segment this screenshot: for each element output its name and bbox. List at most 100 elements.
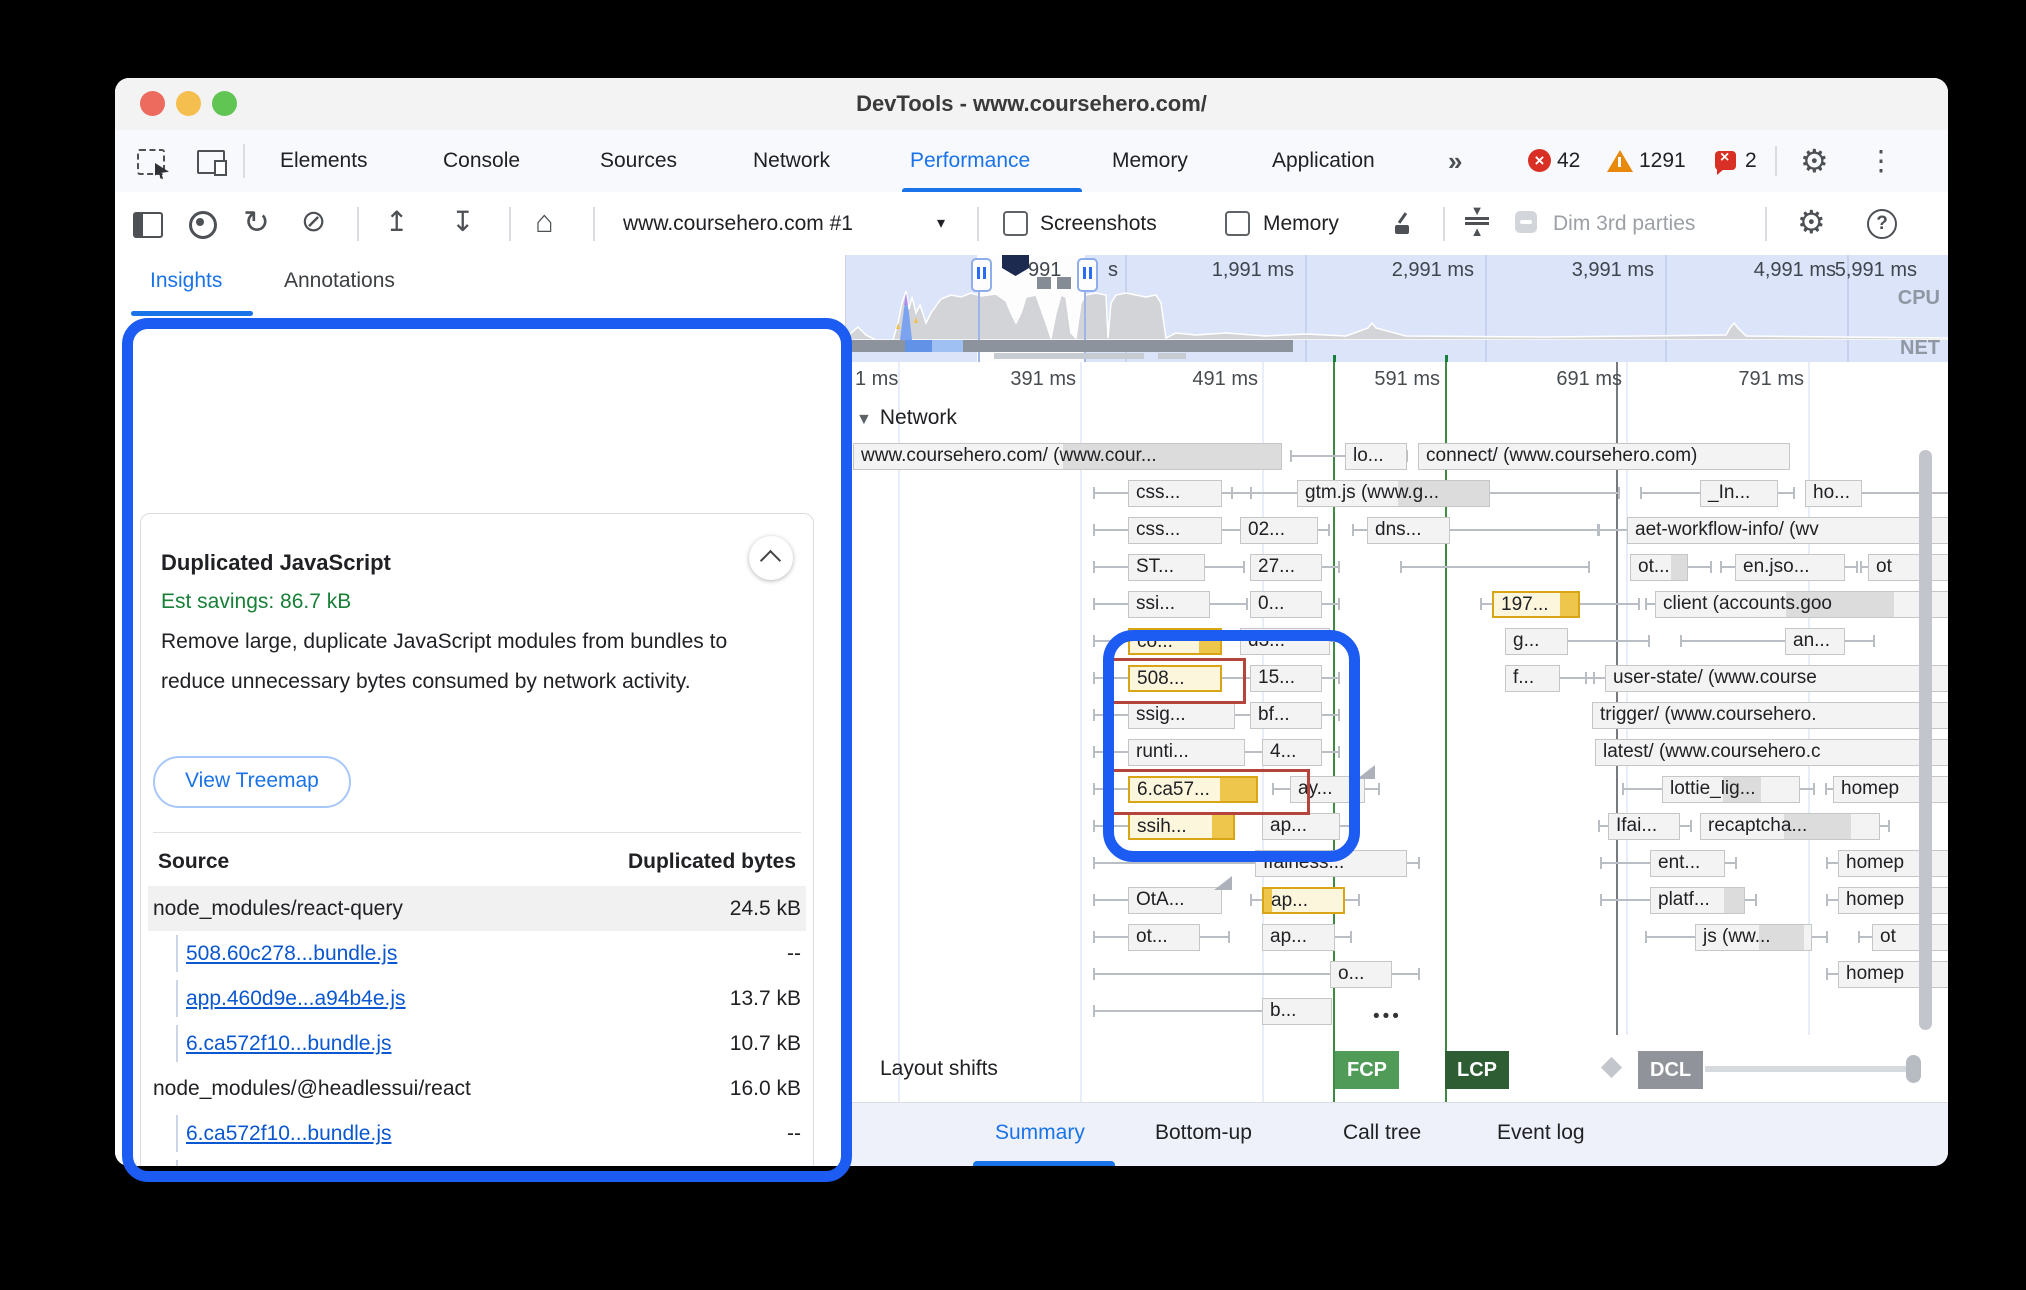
fcp-badge[interactable]: FCP [1335, 1051, 1399, 1089]
network-request-bar[interactable]: client (accounts.goo [1655, 591, 1948, 618]
bundle-link-row[interactable]: 508.60c278...bundle.js12.3 kB [148, 1156, 806, 1166]
network-request-bar[interactable]: f... [1505, 665, 1560, 692]
network-request-bar[interactable]: b... [1262, 998, 1332, 1025]
bundle-link[interactable]: 508.60c278...bundle.js [186, 1156, 397, 1166]
network-request-bar[interactable]: gtm.js (www.g... [1297, 480, 1490, 507]
network-request-bar[interactable]: ot... [1128, 924, 1200, 951]
screenshots-checkbox[interactable] [1003, 211, 1028, 236]
inspect-element-icon[interactable] [137, 149, 165, 175]
issues-icon[interactable] [1715, 151, 1736, 170]
issues-count[interactable]: 2 [1745, 130, 1757, 192]
chevron-down-icon[interactable]: ▾ [937, 192, 945, 255]
tab-insights[interactable]: Insights [150, 269, 222, 293]
network-request-bar[interactable]: css... [1128, 480, 1222, 507]
network-request-bar[interactable]: an... [1785, 628, 1845, 655]
table-row[interactable]: node_modules/@headlessui/react16.0 kB [148, 1066, 806, 1111]
module-source[interactable]: node_modules/@headlessui/react [153, 1066, 471, 1111]
table-row[interactable]: node_modules/react-query24.5 kB [148, 886, 806, 931]
tab-summary[interactable]: Summary [995, 1103, 1085, 1166]
reload-record-icon[interactable]: ↻ [243, 192, 270, 255]
bundle-link[interactable]: 6.ca572f10...bundle.js [186, 1021, 392, 1066]
view-treemap-button[interactable]: View Treemap [153, 756, 351, 808]
capture-settings-gear-icon[interactable]: ⚙ [1797, 192, 1826, 255]
network-flame-chart[interactable]: 1 ms391 ms491 ms591 ms691 ms791 ms ▼Netw… [846, 362, 1948, 1035]
network-request-bar[interactable]: lo... [1345, 443, 1407, 470]
network-request-bar[interactable]: css... [1128, 517, 1222, 544]
network-request-bar[interactable]: 27... [1250, 554, 1322, 581]
bundle-link[interactable]: 6.ca572f10...bundle.js [186, 1111, 392, 1156]
network-request-bar[interactable]: user-state/ (www.course [1605, 665, 1948, 692]
tab-event-log[interactable]: Event log [1497, 1103, 1585, 1166]
bundle-link-row[interactable]: 6.ca572f10...bundle.js10.7 kB [148, 1021, 806, 1066]
selection-right-handle[interactable] [1077, 258, 1098, 292]
tab-annotations[interactable]: Annotations [284, 269, 395, 293]
network-request-bar[interactable]: lottie_lig... [1662, 776, 1800, 803]
network-request-bar[interactable]: co... [1128, 628, 1222, 655]
overflow-ellipsis[interactable]: ••• [1373, 1006, 1402, 1028]
collapse-panel-icon[interactable]: ▼▲ [1465, 206, 1489, 236]
tab-elements[interactable]: Elements [280, 130, 368, 192]
kebab-menu-icon[interactable]: ⋮ [1867, 130, 1895, 193]
network-section-header[interactable]: ▼Network [856, 406, 957, 430]
layout-shifts-track[interactable]: Layout shifts FCP LCP DCL [846, 1035, 1948, 1103]
tab-memory[interactable]: Memory [1112, 130, 1188, 192]
vertical-scrollbar[interactable] [1919, 450, 1932, 1030]
error-count-icon[interactable]: × [1528, 149, 1551, 172]
network-request-bar[interactable]: ot... [1630, 554, 1688, 581]
tab-console[interactable]: Console [443, 130, 520, 192]
network-request-bar[interactable]: recaptcha... [1700, 813, 1880, 840]
network-request-bar[interactable]: aet-workflow-info/ (wv [1627, 517, 1948, 544]
network-request-bar[interactable]: 197... [1492, 591, 1580, 618]
help-icon[interactable]: ? [1867, 209, 1897, 239]
memory-checkbox[interactable] [1225, 211, 1250, 236]
network-request-bar[interactable]: _In... [1700, 480, 1778, 507]
network-request-bar[interactable]: Ifainess... [1255, 850, 1407, 877]
upload-profile-icon[interactable]: ↥ [385, 192, 408, 255]
bundle-link-row[interactable]: app.460d9e...a94b4e.js13.7 kB [148, 976, 806, 1021]
dcl-badge[interactable]: DCL [1638, 1051, 1703, 1089]
bundle-link[interactable]: 508.60c278...bundle.js [186, 931, 397, 976]
network-request-bar[interactable]: trigger/ (www.coursehero. [1592, 702, 1948, 729]
warning-count-icon[interactable] [1607, 150, 1633, 172]
network-request-bar[interactable]: ssi... [1128, 591, 1210, 618]
more-tabs-icon[interactable]: » [1448, 130, 1462, 192]
network-request-bar[interactable]: 15... [1250, 665, 1322, 692]
network-request-bar[interactable]: connect/ (www.coursehero.com) [1418, 443, 1790, 470]
timeline-overview[interactable]: 991s1,991 ms2,991 ms3,991 ms4,991 ms5,99… [846, 255, 1948, 363]
network-request-bar[interactable]: o... [1330, 961, 1392, 988]
network-request-bar[interactable]: runti... [1128, 739, 1245, 766]
network-request-bar[interactable]: g... [1505, 628, 1568, 655]
network-request-bar[interactable]: 02... [1240, 517, 1318, 544]
collapse-insight-button[interactable] [749, 536, 793, 580]
tab-bottom-up[interactable]: Bottom-up [1155, 1103, 1252, 1166]
module-source[interactable]: node_modules/react-query [153, 886, 403, 931]
dim-3rd-parties-checkbox[interactable] [1515, 211, 1537, 233]
network-request-bar[interactable]: dns... [1367, 517, 1450, 544]
network-request-bar[interactable]: ssih... [1128, 813, 1235, 840]
home-icon[interactable]: ⌂ [535, 192, 554, 255]
network-request-bar[interactable]: ap... [1262, 887, 1345, 914]
bundle-link-row[interactable]: 6.ca572f10...bundle.js-- [148, 1111, 806, 1156]
download-profile-icon[interactable]: ↧ [451, 192, 474, 255]
network-request-bar[interactable]: d3... [1240, 628, 1330, 655]
selection-left-handle[interactable] [971, 258, 992, 292]
network-request-bar[interactable]: ent... [1650, 850, 1725, 877]
tab-network[interactable]: Network [753, 130, 830, 192]
network-request-bar[interactable]: OtA... [1128, 887, 1222, 914]
tab-performance[interactable]: Performance [910, 130, 1030, 192]
network-request-bar[interactable]: bf... [1250, 702, 1322, 729]
network-request-bar[interactable]: ap... [1262, 813, 1340, 840]
network-request-bar[interactable]: ST... [1128, 554, 1205, 581]
bundle-link-row[interactable]: 508.60c278...bundle.js-- [148, 931, 806, 976]
network-request-bar[interactable]: latest/ (www.coursehero.c [1595, 739, 1948, 766]
network-request-bar[interactable]: 0... [1250, 591, 1322, 618]
network-request-bar[interactable]: www.coursehero.com/ (www.cour... [853, 443, 1282, 470]
network-request-bar[interactable]: js (ww... [1695, 924, 1812, 951]
bundle-link[interactable]: app.460d9e...a94b4e.js [186, 976, 406, 1021]
record-icon[interactable] [189, 211, 217, 239]
device-toolbar-icon[interactable] [197, 150, 225, 174]
error-count[interactable]: 42 [1557, 130, 1580, 192]
network-request-bar[interactable]: 4... [1262, 739, 1322, 766]
network-request-bar[interactable]: ap... [1262, 924, 1335, 951]
network-request-bar[interactable]: ot [1868, 554, 1948, 581]
